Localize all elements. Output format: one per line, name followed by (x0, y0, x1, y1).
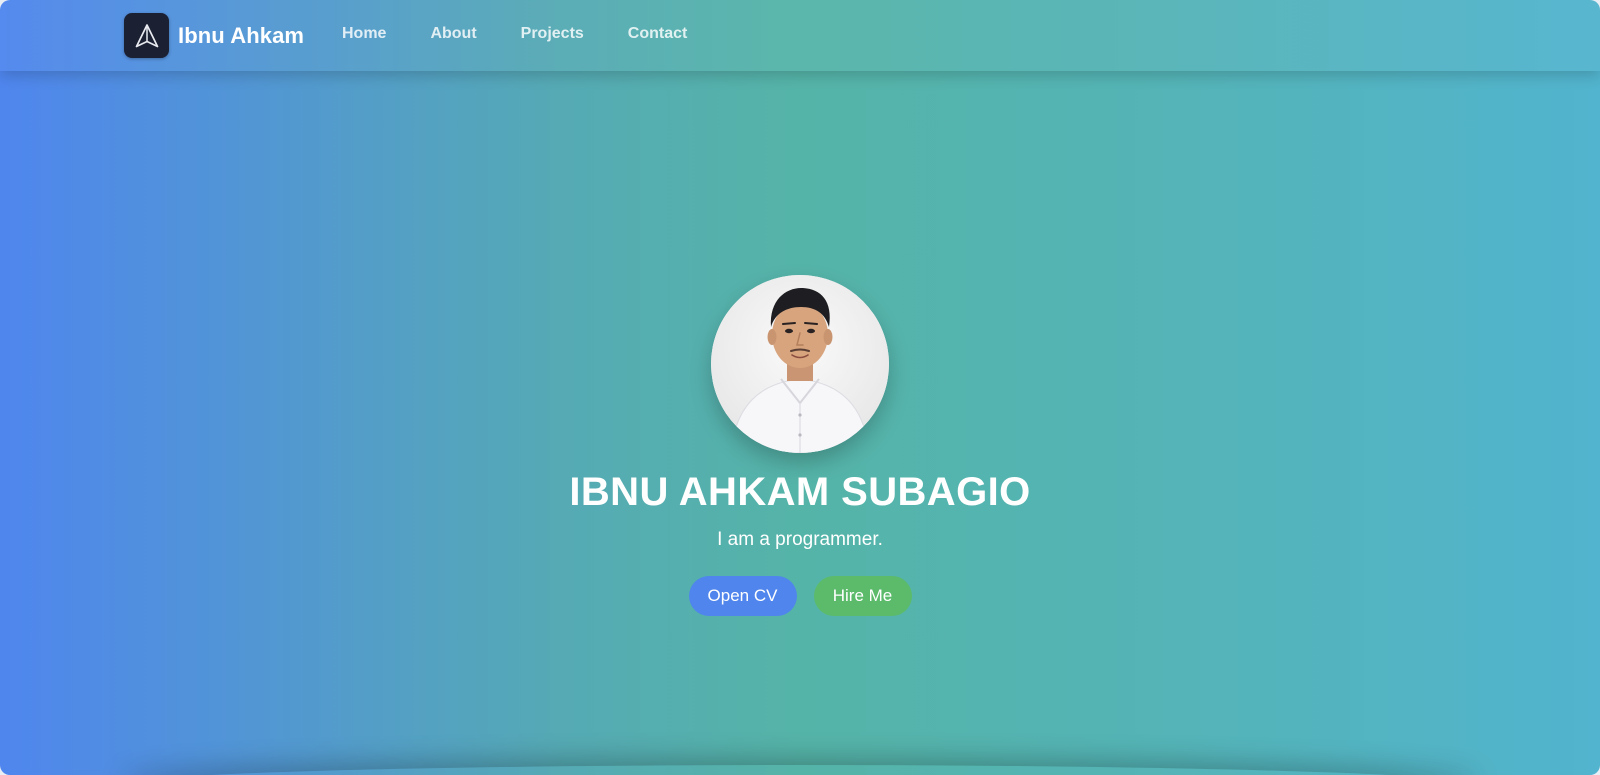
brand-name: Ibnu Ahkam (178, 22, 305, 48)
open-cv-button[interactable]: Open CV (688, 576, 797, 616)
hire-me-button[interactable]: Hire Me (813, 576, 912, 616)
next-section-shadow (120, 765, 1480, 775)
nav-link-contact[interactable]: Contact (628, 25, 688, 43)
browser-page: Ibnu Ahkam Home About Projects Contact I… (0, 0, 1600, 775)
hero-actions: Open CV Hire Me (0, 576, 1600, 616)
hero-section: IBNU AHKAM SUBAGIO I am a programmer. Op… (0, 71, 1600, 775)
nav-link-projects[interactable]: Projects (521, 25, 584, 43)
nav-link-home[interactable]: Home (342, 25, 386, 43)
avatar (711, 275, 889, 453)
brand-link[interactable]: Ibnu Ahkam (124, 13, 304, 58)
profile-photo (711, 275, 889, 453)
paper-plane-icon (124, 13, 169, 58)
hero-subtitle: I am a programmer. (717, 529, 883, 550)
nav-menu: Home About Projects Contact (342, 0, 687, 67)
navbar: Ibnu Ahkam Home About Projects Contact (0, 0, 1600, 71)
hero-title: IBNU AHKAM SUBAGIO (569, 470, 1031, 514)
nav-link-about[interactable]: About (430, 25, 476, 43)
